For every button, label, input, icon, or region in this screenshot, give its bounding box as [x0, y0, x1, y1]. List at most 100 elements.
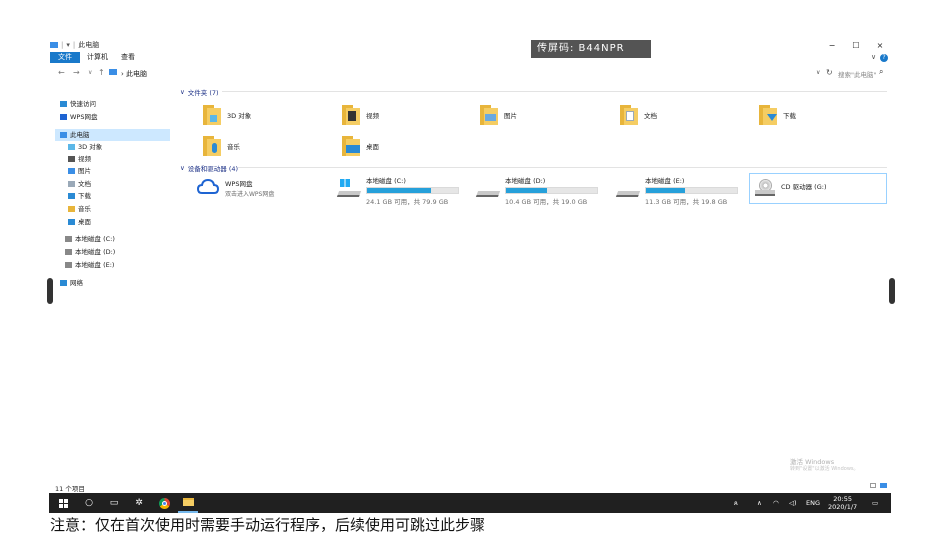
- devices-group-header[interactable]: ∨ 设备和驱动器 (4): [180, 163, 238, 173]
- sidebar-item-label: 3D 对象: [78, 143, 103, 151]
- show-hidden-icons-icon[interactable]: ∧: [757, 493, 762, 513]
- video-icon: [68, 156, 75, 162]
- folder-label: 3D 对象: [227, 112, 252, 120]
- sidebar-item[interactable]: WPS网盘: [60, 111, 97, 123]
- quick-access-toolbar: | ▾ | 此电脑: [50, 40, 99, 50]
- sidebar-item-label: 网络: [70, 279, 83, 287]
- chevron-down-icon[interactable]: ∨: [180, 88, 185, 96]
- folder-item[interactable]: 桌面: [342, 133, 379, 159]
- qat-dropdown-icon[interactable]: ▾: [66, 41, 70, 49]
- sidebar-item[interactable]: 3D 对象: [68, 141, 102, 153]
- up-button[interactable]: ↑: [98, 68, 105, 77]
- close-button[interactable]: ×: [872, 40, 888, 52]
- breadcrumb[interactable]: › 此电脑: [121, 69, 147, 79]
- network-icon: [60, 280, 67, 286]
- forward-button[interactable]: →: [73, 68, 80, 77]
- folder-item[interactable]: 下载: [759, 102, 796, 128]
- recent-locations-button[interactable]: ∨: [88, 69, 92, 76]
- maximize-button[interactable]: ☐: [848, 40, 864, 52]
- help-icon[interactable]: ?: [880, 54, 888, 62]
- sidebar-item-label: 此电脑: [70, 131, 90, 139]
- drive-usage-fill: [367, 188, 431, 193]
- instruction-caption: 注意：仅在首次使用时需要手动运行程序，后续使用可跳过此步骤: [50, 516, 486, 534]
- computer-icon: [109, 69, 117, 75]
- minimize-button[interactable]: −: [824, 40, 840, 52]
- wps-cloud-item[interactable]: WPS网盘 双击进入WPS网盘: [197, 178, 274, 198]
- sidebar-item[interactable]: 音乐: [68, 203, 91, 215]
- folder-item[interactable]: 图片: [480, 102, 517, 128]
- file-explorer-taskbar-icon[interactable]: [178, 493, 198, 513]
- search-input[interactable]: 搜索"此电脑": [838, 69, 876, 79]
- sidebar-item[interactable]: 下载: [68, 190, 91, 202]
- right-panel-handle[interactable]: [889, 278, 895, 304]
- folder-label: 音乐: [227, 143, 240, 151]
- desktop-icon: [68, 219, 75, 225]
- tab-computer[interactable]: 计算机: [87, 52, 108, 63]
- refresh-button[interactable]: ↻: [826, 68, 833, 77]
- 3d-objects-folder-icon: [203, 105, 221, 125]
- drive-info: 本地磁盘 (E:) 11.3 GB 可用，共 19.8 GB: [645, 175, 738, 206]
- start-button[interactable]: [53, 493, 73, 513]
- item-count: 11 个项目: [55, 485, 85, 493]
- sidebar-item[interactable]: 文档: [68, 178, 91, 190]
- drive-space: 11.3 GB 可用，共 19.8 GB: [645, 198, 728, 206]
- tab-file[interactable]: 文件: [50, 52, 80, 63]
- cd-drive-icon: [755, 179, 777, 197]
- sidebar-item[interactable]: 本地磁盘 (E:): [65, 259, 114, 271]
- sidebar-item[interactable]: 网络: [60, 277, 83, 289]
- network-wifi-icon[interactable]: ◠: [773, 493, 779, 513]
- download-folder-icon: [759, 105, 777, 125]
- drive-usage-bar: [366, 187, 459, 194]
- drive-item[interactable]: 本地磁盘 (E:) 11.3 GB 可用，共 19.8 GB: [615, 175, 738, 206]
- drive-info: 本地磁盘 (C:) 24.1 GB 可用，共 79.9 GB: [366, 175, 459, 206]
- chrome-icon[interactable]: [154, 493, 174, 513]
- clock[interactable]: 20:55 2020/1/7: [828, 495, 857, 511]
- sidebar-item[interactable]: 此电脑: [60, 129, 90, 141]
- settings-gear-icon[interactable]: ✲: [129, 493, 149, 513]
- left-panel-handle[interactable]: [47, 278, 53, 304]
- hard-drive-icon: [615, 183, 641, 197]
- drive-name: 本地磁盘 (E:): [645, 177, 685, 185]
- task-view-icon[interactable]: ▭: [104, 493, 124, 513]
- activate-windows-subtitle: 转到"设置"以激活 Windows。: [790, 466, 859, 472]
- screen-share-code: 传屏码: B44NPR: [531, 40, 651, 58]
- qat-separator: |: [61, 41, 64, 49]
- folder-item[interactable]: 文档: [620, 102, 657, 128]
- folder-item[interactable]: 3D 对象: [203, 102, 251, 128]
- address-dropdown-icon[interactable]: ∨: [816, 69, 820, 76]
- breadcrumb-item[interactable]: 此电脑: [126, 70, 147, 78]
- sidebar-item-label: 本地磁盘 (C:): [75, 235, 115, 243]
- drive-icon: [65, 262, 72, 268]
- drive-item[interactable]: 本地磁盘 (D:) 10.4 GB 可用，共 19.0 GB: [475, 175, 598, 206]
- desktop-folder-icon: [342, 136, 360, 156]
- folders-group-header[interactable]: ∨ 文件夹 (7): [180, 87, 219, 97]
- search-icon[interactable]: ⌕: [879, 67, 883, 77]
- sidebar-item[interactable]: 视频: [68, 153, 91, 165]
- drive-item[interactable]: 本地磁盘 (C:) 24.1 GB 可用，共 79.9 GB: [336, 175, 459, 206]
- large-icons-view-icon[interactable]: [880, 483, 887, 488]
- sidebar-item[interactable]: 本地磁盘 (C:): [65, 233, 115, 245]
- folder-item[interactable]: 音乐: [203, 133, 240, 159]
- 3d-objects-icon: [68, 144, 75, 150]
- ribbon-expand-icon[interactable]: ∨: [871, 53, 876, 61]
- details-view-icon[interactable]: [870, 483, 876, 488]
- volume-icon[interactable]: ◁): [789, 493, 797, 513]
- folder-item[interactable]: 视频: [342, 102, 379, 128]
- sidebar-item[interactable]: 桌面: [68, 216, 91, 228]
- pictures-icon: [68, 168, 75, 174]
- input-language[interactable]: ENG: [806, 493, 820, 513]
- people-icon[interactable]: ጸ: [734, 493, 738, 513]
- cd-drive-item[interactable]: CD 驱动器 (G:): [749, 173, 887, 204]
- drive-info: 本地磁盘 (D:) 10.4 GB 可用，共 19.0 GB: [505, 175, 598, 206]
- search-icon[interactable]: ○: [79, 493, 99, 513]
- chevron-down-icon[interactable]: ∨: [180, 164, 185, 172]
- sidebar-item[interactable]: 本地磁盘 (D:): [65, 246, 115, 258]
- computer-icon: [50, 42, 58, 48]
- notification-icon[interactable]: ▭: [872, 493, 878, 513]
- folder-label: 下载: [783, 112, 796, 120]
- tab-view[interactable]: 查看: [121, 52, 135, 63]
- documents-icon: [68, 181, 75, 187]
- sidebar-item[interactable]: 快速访问: [60, 98, 96, 110]
- sidebar-item[interactable]: 图片: [68, 165, 91, 177]
- back-button[interactable]: ←: [58, 68, 65, 77]
